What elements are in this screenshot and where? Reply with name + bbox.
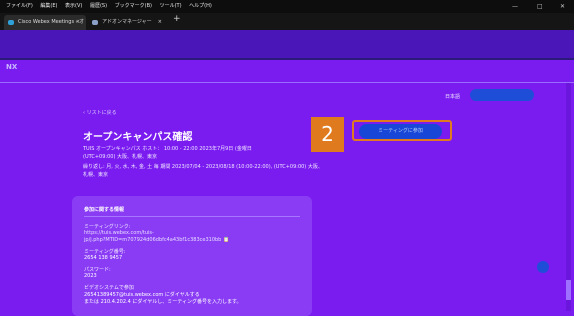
menu-bookmarks[interactable]: ブックマーク(B) bbox=[115, 0, 152, 13]
highlight-box bbox=[352, 120, 452, 141]
scrollbar-track[interactable] bbox=[566, 83, 571, 311]
header-divider bbox=[0, 82, 574, 83]
meeting-link-cont[interactable]: jp/j.php?MTID=m707924d06dbfc4a43bf1c383c… bbox=[84, 237, 229, 243]
meeting-recurrence: 繰り返し: 月, 火, 水, 木, 金, 土 毎 期間 2023/07/04 -… bbox=[83, 164, 323, 178]
language-selector[interactable]: 日本語 bbox=[445, 93, 460, 100]
tab-label: アドオンマネージャー bbox=[102, 19, 152, 25]
tab-addons[interactable]: アドオンマネージャー × bbox=[88, 15, 168, 30]
video-dial-line2: または 210.4.202.4 にダイヤルし、ミーティング番号を入力します。 bbox=[84, 299, 242, 305]
new-tab-button[interactable]: + bbox=[173, 14, 181, 24]
meeting-meta-line2: (UTC+09:00) 大阪、札幌、東京 bbox=[83, 154, 158, 160]
meeting-number-label: ミーティング番号: bbox=[84, 249, 126, 255]
meeting-number: 2654 138 9457 bbox=[84, 255, 123, 261]
meeting-meta-line1: TUIS オープンキャンパス ホスト： 10:00 - 22:00 2023年7… bbox=[83, 146, 252, 152]
menu-bar: ファイル(F) 編集(E) 表示(V) 履歴(S) ブックマーク(B) ツール(… bbox=[0, 0, 574, 13]
video-dial-line1: 26541389457@tuis.webex.com にダイヤルする bbox=[84, 292, 200, 298]
tab-bar: Cisco Webex Meetings - オープン × アドオンマネージャー… bbox=[0, 13, 574, 40]
back-to-list-link[interactable]: ‹ リストに戻る bbox=[83, 109, 117, 116]
video-system-label: ビデオシステムで参加 bbox=[84, 285, 134, 291]
step-badge: 2 bbox=[311, 117, 344, 152]
page-title: オープンキャンパス確認 bbox=[83, 132, 193, 143]
password-value: 2023 bbox=[84, 273, 97, 279]
meeting-link-label: ミーティングリンク: bbox=[84, 224, 131, 230]
close-icon[interactable]: × bbox=[158, 15, 162, 30]
toolbar-divider bbox=[0, 58, 574, 60]
menu-tools[interactable]: ツール(T) bbox=[160, 0, 182, 13]
menu-history[interactable]: 履歴(S) bbox=[90, 0, 107, 13]
webex-icon bbox=[8, 20, 14, 25]
menu-file[interactable]: ファイル(F) bbox=[6, 0, 33, 13]
puzzle-icon bbox=[92, 20, 98, 25]
maximize-button[interactable]: □ bbox=[537, 0, 543, 13]
close-window-button[interactable]: ✕ bbox=[560, 0, 565, 13]
tab-webex[interactable]: Cisco Webex Meetings - オープン × bbox=[4, 15, 86, 40]
menu-help[interactable]: ヘルプ(H) bbox=[189, 0, 212, 13]
menu-edit[interactable]: 編集(E) bbox=[40, 0, 57, 13]
meeting-link[interactable]: https://tuis.webex.com/tuis- bbox=[84, 230, 154, 236]
password-label: パスワード: bbox=[84, 267, 111, 273]
card-title: 参加に関する情報 bbox=[84, 207, 125, 213]
join-info-card: 参加に関する情報 ミーティングリンク: https://tuis.webex.c… bbox=[72, 196, 312, 316]
minimize-button[interactable]: — bbox=[512, 0, 518, 13]
menu-view[interactable]: 表示(V) bbox=[65, 0, 82, 13]
browser-toolbar bbox=[0, 30, 574, 58]
card-divider bbox=[84, 216, 300, 217]
signin-button[interactable] bbox=[470, 89, 534, 101]
scrollbar-thumb[interactable] bbox=[566, 280, 571, 300]
close-icon[interactable]: × bbox=[76, 15, 80, 30]
side-panel-toggle[interactable] bbox=[537, 261, 549, 273]
webex-logo: NX bbox=[6, 63, 18, 71]
